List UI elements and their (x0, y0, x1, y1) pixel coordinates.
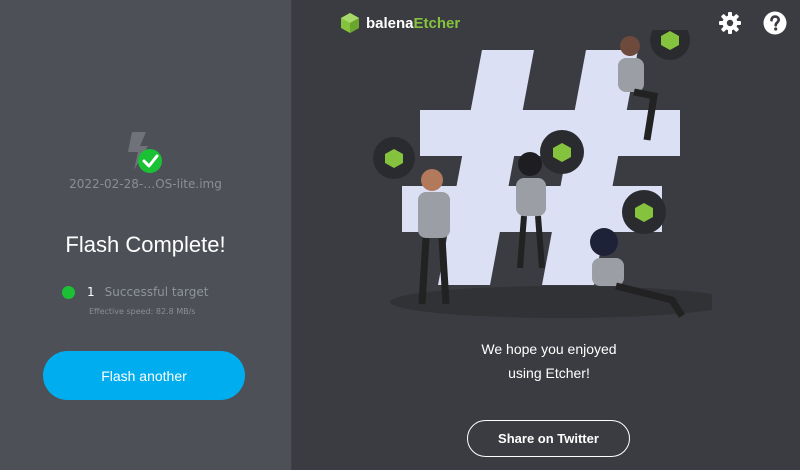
left-panel: 2022-02-28-…OS-lite.img Flash Complete! … (0, 0, 291, 470)
target-label: Successful target (104, 285, 209, 299)
etcher-window: 2022-02-28-…OS-lite.img Flash Complete! … (0, 0, 800, 470)
share-on-twitter-button[interactable]: Share on Twitter (467, 420, 630, 457)
hashtag-illustration (373, 30, 712, 318)
gear-icon[interactable] (718, 11, 742, 35)
flash-success-icon (128, 132, 162, 173)
right-panel: balenaEtcher We hope you enjoyed using E… (292, 0, 800, 470)
person-center (516, 152, 546, 269)
flash-another-button[interactable]: Flash another (43, 351, 245, 400)
success-dot (62, 285, 75, 299)
image-filename: 2022-02-28-…OS-lite.img (69, 177, 222, 191)
target-count: 1 (87, 285, 95, 299)
message-line-1: We hope you enjoyed (481, 341, 617, 357)
flash-complete-title: Flash Complete! (65, 232, 226, 257)
logo-text-etcher: Etcher (413, 14, 461, 32)
logo-text-balena: balena (366, 14, 414, 32)
effective-speed: Effective speed: 82.8 MB/s (89, 307, 196, 316)
message-line-2: using Etcher! (508, 365, 590, 381)
target-status-row: 1 Successful target (62, 285, 208, 299)
help-icon[interactable] (763, 11, 787, 35)
thank-you-message: We hope you enjoyed using Etcher! (439, 337, 659, 385)
balena-cube-icon (341, 13, 359, 33)
